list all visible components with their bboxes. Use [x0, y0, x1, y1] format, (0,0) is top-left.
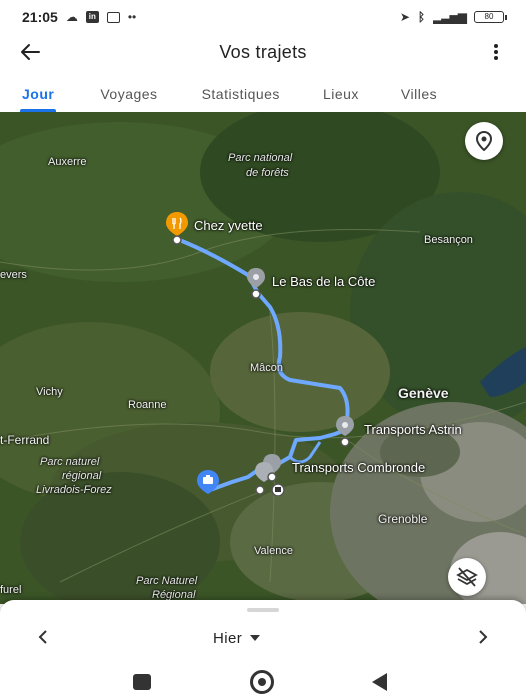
screen: 21:05 ☁ in •• ➤ ᛒ ▂▃▅▆ 80 Vos trajets Jo… [0, 0, 526, 700]
bottom-sheet: Hier [0, 600, 526, 664]
tab-jour[interactable]: Jour [19, 78, 57, 112]
map-label-clermont: t-Ferrand [0, 433, 50, 447]
arrow-left-icon [21, 44, 40, 60]
tab-statistiques[interactable]: Statistiques [202, 78, 280, 112]
location-arrow-icon: ➤ [399, 10, 410, 24]
layers-button[interactable] [448, 558, 486, 596]
map-label-bottom-left: furel [0, 584, 22, 596]
system-back-button[interactable] [372, 673, 387, 691]
satellite-map [0, 112, 526, 604]
status-right: ➤ ᛒ ▂▃▅▆ 80 [399, 10, 507, 24]
place-label-bas-de-la-cote[interactable]: Le Bas de la Côte [272, 274, 375, 289]
battery-icon: 80 [474, 11, 507, 23]
tab-villes[interactable]: Villes [401, 78, 437, 112]
map-label-parc-bottom-1: Parc Naturel [136, 575, 198, 587]
app-bar: Vos trajets [0, 34, 526, 70]
map-label-vichy: Vichy [36, 386, 63, 398]
battery-level: 80 [484, 12, 494, 21]
chevron-left-icon [38, 630, 47, 644]
date-selector[interactable]: Hier [213, 626, 261, 650]
work-pin-icon[interactable] [194, 468, 222, 508]
sheet-drag-handle[interactable] [247, 608, 279, 612]
location-button[interactable] [465, 122, 503, 160]
map-label-livradois-1: Parc naturel [40, 456, 100, 468]
map-label-besancon: Besançon [424, 234, 473, 246]
tab-lieux[interactable]: Lieux [323, 78, 359, 112]
place-pin-icon[interactable] [331, 414, 359, 450]
map-label-livradois-3: Livradois-Forez [36, 484, 112, 496]
place-label-chez-yvette[interactable]: Chez yvette [194, 218, 263, 233]
tab-bar: Jour Voyages Statistiques Lieux Villes [0, 78, 526, 112]
signal-icon: ▂▃▅▆ [433, 10, 467, 24]
date-label: Hier [213, 629, 243, 647]
place-label-transports-combronde[interactable]: Transports Combronde [292, 460, 425, 475]
message-icon [106, 11, 120, 23]
location-pin-icon [475, 131, 493, 151]
map-label-parc-forets-1: Parc national [228, 152, 293, 164]
next-day-button[interactable] [468, 622, 498, 652]
map-label-geneve: Genève [398, 385, 449, 401]
more-menu-button[interactable] [466, 34, 526, 70]
tab-label: Voyages [100, 86, 158, 102]
status-left: 21:05 ☁ in •• [22, 9, 136, 25]
map-label-roanne: Roanne [128, 399, 167, 411]
previous-day-button[interactable] [28, 622, 58, 652]
system-nav-bar [0, 664, 526, 700]
place-pin-icon[interactable] [242, 266, 270, 302]
tab-label: Villes [400, 86, 438, 102]
place-label-transports-astrin[interactable]: Transports Astrin [364, 422, 462, 437]
cloud-icon: ☁ [65, 10, 78, 24]
restaurant-pin-icon[interactable] [163, 210, 191, 246]
map-label-macon: Mâcon [250, 362, 284, 374]
linkedin-icon: in [85, 11, 99, 23]
status-time: 21:05 [22, 9, 58, 25]
tab-voyages[interactable]: Voyages [100, 78, 157, 112]
place-pin-cluster-icon[interactable] [252, 452, 292, 496]
layers-off-icon [456, 567, 478, 587]
tab-label: Lieux [322, 86, 359, 102]
tab-label: Statistiques [201, 86, 280, 102]
map-label-parc-forets-2: de forêts [246, 167, 289, 179]
chevron-right-icon [479, 630, 488, 644]
caret-down-icon [250, 635, 261, 641]
more-dots-icon: •• [127, 10, 137, 24]
recent-apps-button[interactable] [133, 674, 151, 690]
more-vert-icon [494, 44, 498, 60]
tab-label: Jour [22, 86, 55, 102]
map-label-livradois-2: régional [62, 470, 102, 482]
page-title: Vos trajets [219, 41, 307, 62]
map-label-nevers: evers [0, 269, 27, 281]
map-label-auxerre: Auxerre [48, 156, 87, 168]
map-label-valence: Valence [254, 545, 293, 557]
map-view[interactable]: Auxerre Parc national de forêts Besançon… [0, 112, 526, 604]
map-label-grenoble: Grenoble [378, 512, 428, 526]
home-button[interactable] [250, 670, 274, 694]
status-bar: 21:05 ☁ in •• ➤ ᛒ ▂▃▅▆ 80 [0, 0, 526, 34]
bluetooth-icon: ᛒ [417, 10, 426, 24]
back-button[interactable] [0, 34, 60, 70]
